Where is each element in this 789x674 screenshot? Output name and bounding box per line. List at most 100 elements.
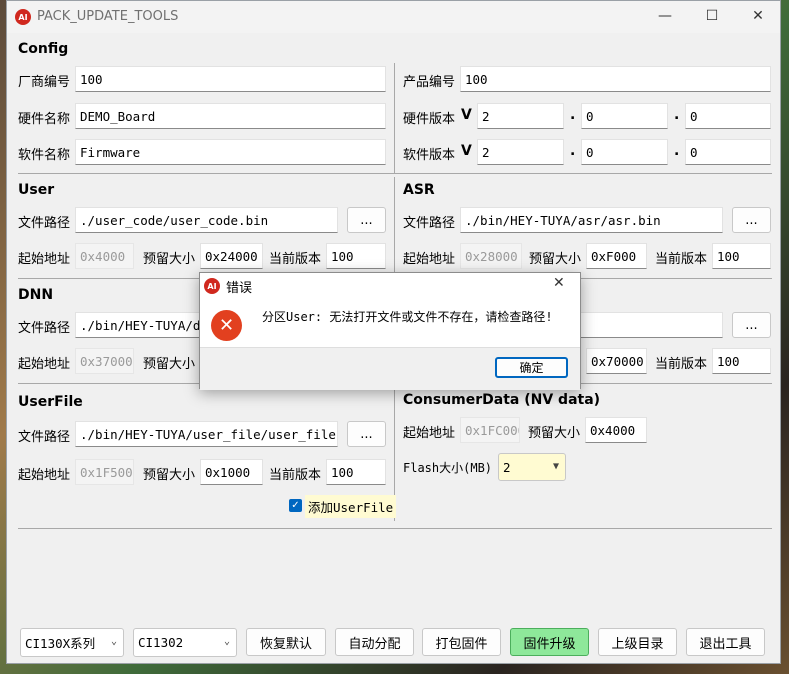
dialog-message: 分区User: 无法打开文件或文件不存在，请检查路径! <box>262 310 553 324</box>
flash-size-value: 2 <box>503 459 511 475</box>
asr-section-title: ASR <box>403 182 435 198</box>
add-userfile-label[interactable]: 添加UserFile <box>305 495 397 518</box>
chip-value: CI1302 <box>138 635 184 650</box>
vendor-field[interactable]: 100 <box>75 66 386 92</box>
sw-name-field[interactable]: Firmware <box>75 139 386 165</box>
close-button[interactable]: ✕ <box>735 1 781 31</box>
asr-browse-button[interactable]: ... <box>732 207 771 233</box>
hw-ver-dot: . <box>570 107 576 123</box>
asr-size-field[interactable]: 0xF000 <box>586 243 647 269</box>
flash-size-select[interactable]: 2 ▼ <box>498 453 566 481</box>
hw-name-label: 硬件名称 <box>18 112 71 127</box>
dialog-title: 错误 <box>226 281 253 296</box>
sw-ver-minor-field[interactable]: 0 <box>581 139 668 165</box>
sw-ver-major-field[interactable]: 2 <box>477 139 564 165</box>
asr-ver-label: 当前版本 <box>655 252 708 267</box>
pack-firmware-button[interactable]: 打包固件 <box>422 628 501 656</box>
chip-series-value: CI130X系列 <box>25 636 96 651</box>
dnn-path-label: 文件路径 <box>18 321 71 336</box>
chip-select[interactable]: CI1302 ⌄ <box>133 628 237 657</box>
hw-ver-label: 硬件版本 <box>403 112 456 127</box>
dnn-section-title: DNN <box>18 287 54 303</box>
user-path-label: 文件路径 <box>18 216 71 231</box>
dnn-addr-field: 0x37000 <box>75 348 134 374</box>
userfile-section-title: UserFile <box>18 394 83 410</box>
chevron-down-icon: ⌄ <box>110 636 117 647</box>
userfile-size-field[interactable]: 0x1000 <box>200 459 263 485</box>
config-section-title: Config <box>18 41 69 57</box>
minimize-button[interactable]: — <box>642 1 688 31</box>
asr-size-label: 预留大小 <box>529 252 582 267</box>
userfile-path-field[interactable]: ./bin/HEY-TUYA/user_file/user_file.bin <box>75 421 338 447</box>
dialog-close-icon[interactable]: ✕ <box>553 275 565 291</box>
consumer-size-field[interactable]: 0x4000 <box>585 417 647 443</box>
userfile-size-label: 预留大小 <box>143 468 196 483</box>
dnn-size-label: 预留大小 <box>143 357 196 372</box>
vendor-label: 厂商编号 <box>18 75 71 90</box>
user-size-label: 预留大小 <box>143 252 196 267</box>
right-browse-button[interactable]: ... <box>732 312 771 338</box>
hw-ver-major-field[interactable]: 2 <box>477 103 564 129</box>
user-browse-button[interactable]: ... <box>347 207 386 233</box>
asr-ver-field[interactable]: 100 <box>712 243 771 269</box>
user-ver-label: 当前版本 <box>269 252 322 267</box>
userfile-addr-label: 起始地址 <box>18 468 71 483</box>
chevron-down-icon: ▼ <box>552 461 559 472</box>
sw-ver-label: 软件版本 <box>403 148 456 163</box>
consumer-addr-field: 0x1FC000 <box>460 417 520 443</box>
exit-tool-button[interactable]: 退出工具 <box>686 628 765 656</box>
error-dialog: AI 错误 ✕ ✕ 分区User: 无法打开文件或文件不存在，请检查路径! 确定 <box>199 272 581 390</box>
hw-name-field[interactable]: DEMO_Board <box>75 103 386 129</box>
dialog-ok-button[interactable]: 确定 <box>495 357 568 378</box>
userfile-ver-field[interactable]: 100 <box>326 459 386 485</box>
userfile-path-label: 文件路径 <box>18 430 71 445</box>
window-title: PACK_UPDATE_TOOLS <box>37 9 179 24</box>
app-logo-icon: AI <box>204 278 220 294</box>
user-addr-field: 0x4000 <box>75 243 134 269</box>
asr-addr-field: 0x28000 <box>460 243 522 269</box>
chip-series-select[interactable]: CI130X系列 ⌄ <box>20 628 124 657</box>
sw-ver-dot: . <box>570 143 576 159</box>
parent-directory-button[interactable]: 上级目录 <box>598 628 677 656</box>
divider <box>18 528 772 529</box>
consumer-section-title: ConsumerData (NV data) <box>403 392 601 408</box>
maximize-button[interactable]: ☐ <box>689 1 735 31</box>
userfile-browse-button[interactable]: ... <box>347 421 386 447</box>
product-label: 产品编号 <box>403 75 456 90</box>
title-bar: AI PACK_UPDATE_TOOLS — ☐ ✕ <box>7 1 780 33</box>
product-field[interactable]: 100 <box>460 66 771 92</box>
hw-ver-patch-field[interactable]: 0 <box>685 103 771 129</box>
user-addr-label: 起始地址 <box>18 252 71 267</box>
right-ver-label: 当前版本 <box>655 357 708 372</box>
add-userfile-checkbox[interactable]: ✓ <box>289 499 302 512</box>
sw-ver-dot: . <box>674 143 680 159</box>
hw-ver-minor-field[interactable]: 0 <box>581 103 668 129</box>
restore-default-button[interactable]: 恢复默认 <box>246 628 326 656</box>
dnn-addr-label: 起始地址 <box>18 357 71 372</box>
right-ver-field[interactable]: 100 <box>712 348 771 374</box>
chevron-down-icon: ⌄ <box>223 636 230 647</box>
flash-size-label: Flash大小(MB) <box>403 461 493 475</box>
consumer-addr-label: 起始地址 <box>403 426 456 441</box>
user-size-field[interactable]: 0x24000 <box>200 243 263 269</box>
sw-name-label: 软件名称 <box>18 148 71 163</box>
asr-path-field[interactable]: ./bin/HEY-TUYA/asr/asr.bin <box>460 207 723 233</box>
userfile-ver-label: 当前版本 <box>269 468 322 483</box>
hw-ver-prefix: V <box>461 107 472 123</box>
userfile-addr-field: 0x1F5000 <box>75 459 134 485</box>
user-ver-field[interactable]: 100 <box>326 243 386 269</box>
upgrade-firmware-button[interactable]: 固件升级 <box>510 628 589 656</box>
user-section-title: User <box>18 182 55 198</box>
divider <box>394 63 395 173</box>
right-size-field[interactable]: 0x70000 <box>586 348 647 374</box>
sw-ver-patch-field[interactable]: 0 <box>685 139 771 165</box>
divider <box>18 173 772 174</box>
sw-ver-prefix: V <box>461 143 472 159</box>
hw-ver-dot: . <box>674 107 680 123</box>
user-path-field[interactable]: ./user_code/user_code.bin <box>75 207 338 233</box>
consumer-size-label: 预留大小 <box>528 426 581 441</box>
asr-addr-label: 起始地址 <box>403 252 456 267</box>
app-logo-icon: AI <box>15 9 31 25</box>
asr-path-label: 文件路径 <box>403 216 456 231</box>
auto-allocate-button[interactable]: 自动分配 <box>335 628 414 656</box>
